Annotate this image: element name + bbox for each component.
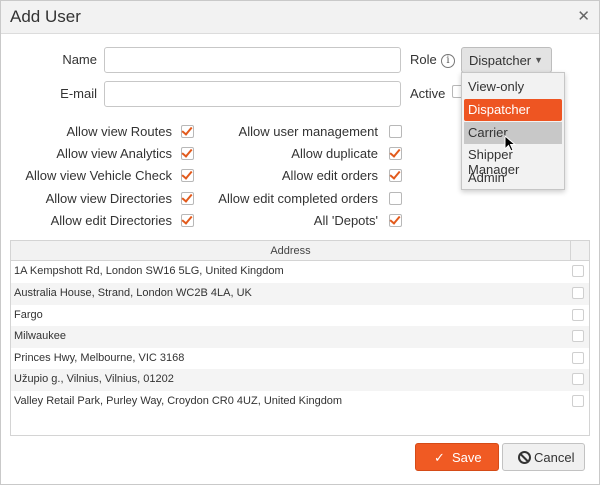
name-label: Name	[62, 52, 97, 67]
cancel-button[interactable]: Cancel	[502, 443, 585, 471]
role-label: Role	[410, 52, 437, 67]
check-icon: ✓	[434, 450, 445, 465]
row-checkbox[interactable]	[572, 395, 584, 407]
perm-checkbox-all-depots[interactable]	[389, 213, 402, 227]
row-checkbox[interactable]	[572, 287, 584, 299]
perm-checkbox-view-vehicle-check[interactable]	[181, 168, 194, 182]
role-option-view-only[interactable]: View-only	[464, 76, 562, 98]
address-grid-header: Address	[11, 241, 589, 261]
address-cell: Valley Retail Park, Purley Way, Croydon …	[14, 395, 343, 407]
address-cell: Užupio g., Vilnius, Vilnius, 01202	[14, 373, 174, 385]
add-user-dialog: Add User ✕ Name E-mail Role i Dispatcher…	[0, 0, 600, 485]
row-checkbox[interactable]	[572, 309, 584, 321]
table-row[interactable]: Princes Hwy, Melbourne, VIC 3168	[11, 348, 589, 370]
perm-label-edit-directories: Allow edit Directories	[50, 213, 172, 228]
table-row[interactable]: Australia House, Strand, London WC2B 4LA…	[11, 283, 589, 305]
column-header-address[interactable]: Address	[11, 241, 571, 261]
table-row[interactable]: Užupio g., Vilnius, Vilnius, 01202	[11, 369, 589, 391]
address-cell: Fargo	[14, 309, 43, 321]
email-field[interactable]	[104, 81, 401, 107]
save-button-label: Save	[452, 450, 482, 465]
address-cell: Milwaukee	[14, 330, 66, 342]
perm-label-edit-completed-orders: Allow edit completed orders	[218, 191, 378, 206]
mouse-pointer-icon	[504, 135, 517, 152]
dialog-titlebar: Add User ✕	[1, 1, 599, 34]
perm-checkbox-view-analytics[interactable]	[181, 146, 194, 160]
role-select[interactable]: Dispatcher ▼	[461, 47, 552, 73]
perm-checkbox-edit-directories[interactable]	[181, 213, 194, 227]
perm-checkbox-edit-completed-orders[interactable]	[389, 192, 402, 205]
email-label: E-mail	[60, 86, 97, 101]
active-label: Active	[410, 86, 446, 101]
perm-checkbox-duplicate[interactable]	[389, 146, 402, 160]
table-row[interactable]: Valley Retail Park, Purley Way, Croydon …	[11, 391, 589, 413]
chevron-down-icon: ▼	[534, 55, 543, 65]
perm-label-all-depots: All 'Depots'	[313, 213, 378, 228]
save-button[interactable]: ✓ Save	[415, 443, 499, 471]
perm-checkbox-user-management[interactable]	[389, 125, 402, 138]
info-icon[interactable]: i	[441, 54, 455, 68]
address-cell: 1A Kempshott Rd, London SW16 5LG, United…	[14, 265, 284, 277]
perm-label-duplicate: Allow duplicate	[291, 146, 378, 161]
table-row[interactable]: Fargo	[11, 305, 589, 327]
row-checkbox[interactable]	[572, 352, 584, 364]
perm-label-user-management: Allow user management	[238, 124, 378, 139]
table-row[interactable]: Milwaukee	[11, 326, 589, 348]
ban-icon	[518, 451, 531, 464]
role-select-value: Dispatcher	[469, 53, 532, 68]
perm-label-view-vehicle-check: Allow view Vehicle Check	[25, 168, 172, 183]
role-option-dispatcher[interactable]: Dispatcher	[464, 99, 562, 121]
row-checkbox[interactable]	[572, 373, 584, 385]
perm-checkbox-view-directories[interactable]	[181, 191, 194, 205]
role-dropdown: View-only Dispatcher Carrier Shipper Man…	[461, 72, 565, 190]
perm-checkbox-edit-orders[interactable]	[389, 168, 402, 182]
perm-label-view-directories: Allow view Directories	[45, 191, 172, 206]
table-row[interactable]: 1A Kempshott Rd, London SW16 5LG, United…	[11, 261, 589, 283]
address-grid: Address 1A Kempshott Rd, London SW16 5LG…	[10, 240, 590, 436]
address-cell: Princes Hwy, Melbourne, VIC 3168	[14, 352, 185, 364]
perm-label-view-analytics: Allow view Analytics	[56, 146, 172, 161]
perm-checkbox-view-routes[interactable]	[181, 124, 194, 138]
dialog-title: Add User	[10, 7, 81, 26]
name-field[interactable]	[104, 47, 401, 73]
role-option-admin[interactable]: Admin	[464, 167, 562, 189]
close-icon[interactable]: ✕	[577, 7, 590, 25]
row-checkbox[interactable]	[572, 330, 584, 342]
address-cell: Australia House, Strand, London WC2B 4LA…	[14, 287, 252, 299]
row-checkbox[interactable]	[572, 265, 584, 277]
perm-label-edit-orders: Allow edit orders	[281, 168, 378, 183]
perm-label-view-routes: Allow view Routes	[66, 124, 173, 139]
cancel-button-label: Cancel	[534, 450, 575, 465]
